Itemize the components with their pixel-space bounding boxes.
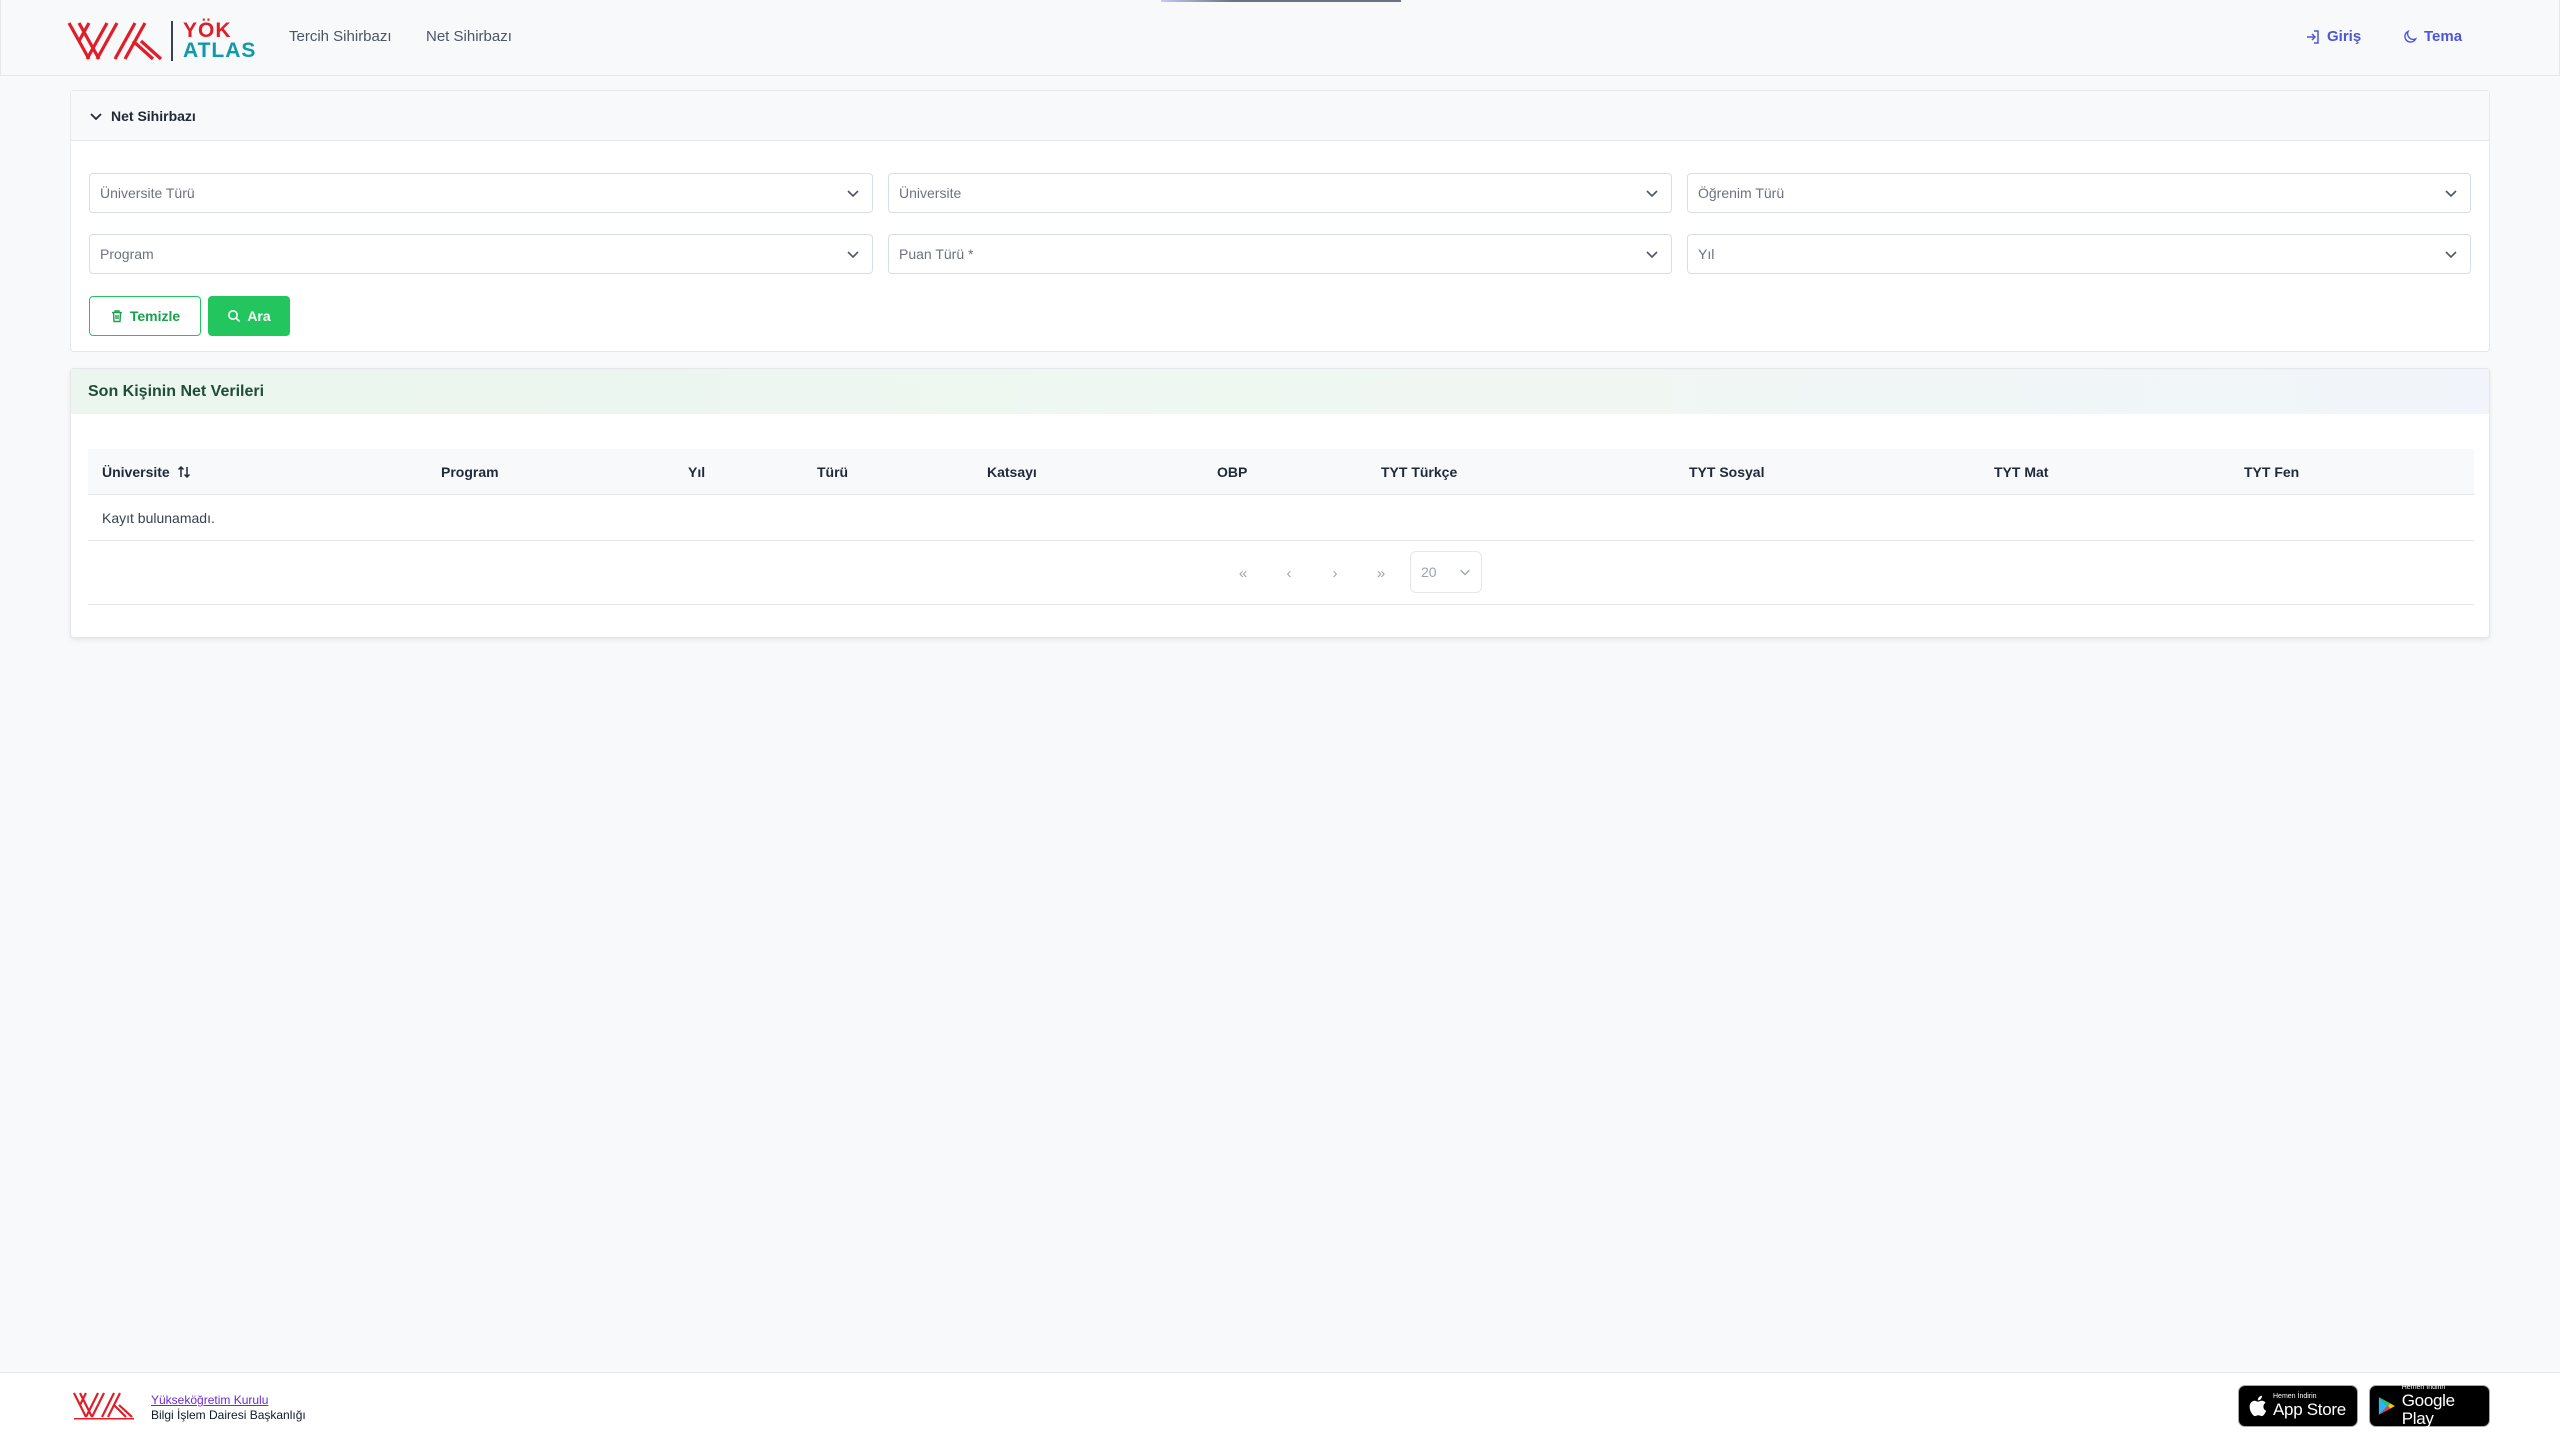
filter-panel-title: Net Sihirbazı xyxy=(111,107,196,124)
chevron-down-icon xyxy=(2445,251,2457,259)
clear-button-label: Temizle xyxy=(129,308,181,324)
results-card: Son Kişinin Net Verileri Üniversite Prog… xyxy=(70,368,2490,638)
logo-atlas-text: ATLAS xyxy=(183,39,257,62)
university-type-placeholder: Üniversite Türü xyxy=(100,185,195,201)
column-header-label: Türü xyxy=(817,464,849,480)
app-store-text: Hemen İndirin App Store xyxy=(2273,1393,2346,1419)
app-store-big-text: App Store xyxy=(2273,1400,2346,1419)
score-type-placeholder: Puan Türü * xyxy=(899,246,974,262)
first-page-icon: « xyxy=(1238,564,1248,582)
column-header-universite[interactable]: Üniversite xyxy=(102,449,192,495)
university-type-select[interactable]: Üniversite Türü xyxy=(89,173,873,213)
column-header-tyt-turkce: TYT Türkçe xyxy=(1381,449,1457,495)
column-header-label: TYT Mat xyxy=(1994,464,2049,480)
results-title: Son Kişinin Net Verileri xyxy=(88,382,265,400)
last-page-button[interactable]: » xyxy=(1365,557,1397,589)
column-header-obp: OBP xyxy=(1217,449,1247,495)
prev-page-button[interactable]: ‹ xyxy=(1273,557,1305,589)
chevron-down-icon xyxy=(847,251,859,259)
chevron-down-icon xyxy=(2445,190,2457,198)
table-header-row: Üniversite Program Yıl Türü Katsayı OBP … xyxy=(88,449,2474,495)
program-placeholder: Program xyxy=(100,246,154,262)
university-placeholder: Üniversite xyxy=(899,185,962,201)
google-play-icon xyxy=(2378,1397,2395,1415)
year-select[interactable]: Yıl xyxy=(1687,234,2471,274)
next-page-button[interactable]: › xyxy=(1319,557,1351,589)
column-header-tyt-mat: TYT Mat xyxy=(1994,449,2048,495)
footer-department: Bilgi İşlem Dairesi Başkanlığı xyxy=(151,1408,306,1422)
column-header-label: Katsayı xyxy=(987,464,1037,480)
column-header-tyt-fen: TYT Fen xyxy=(2244,449,2299,495)
chevron-down-icon xyxy=(1646,251,1658,259)
column-header-turu: Türü xyxy=(817,449,848,495)
column-header-katsayi: Katsayı xyxy=(987,449,1037,495)
education-type-select[interactable]: Öğrenim Türü xyxy=(1687,173,2471,213)
pagination: « ‹ › » 20 xyxy=(88,541,2474,605)
yok-org-link[interactable]: Yükseköğretim Kurulu xyxy=(151,1393,268,1407)
program-select[interactable]: Program xyxy=(89,234,873,274)
university-select[interactable]: Üniversite xyxy=(888,173,1672,213)
google-play-badge[interactable]: Hemen İndirin Google Play xyxy=(2369,1384,2490,1428)
chevron-down-icon xyxy=(847,190,859,198)
column-header-label: Program xyxy=(441,464,499,480)
login-button[interactable]: Giriş xyxy=(2305,28,2361,45)
page-size-value: 20 xyxy=(1421,564,1437,580)
results-card-header: Son Kişinin Net Verileri xyxy=(71,369,2489,414)
logo-yok-text: YÖK xyxy=(183,19,232,42)
clear-button[interactable]: Temizle xyxy=(89,296,201,336)
next-page-icon: › xyxy=(1332,564,1338,582)
google-play-text: Hemen İndirin Google Play xyxy=(2402,1384,2481,1428)
column-header-label: Yıl xyxy=(688,464,706,480)
chevron-down-icon xyxy=(90,112,102,120)
login-icon xyxy=(2307,29,2319,44)
chevron-down-icon xyxy=(1460,569,1470,576)
empty-table-row: Kayıt bulunamadı. xyxy=(88,495,2474,541)
first-page-button[interactable]: « xyxy=(1227,557,1259,589)
nav-link-net-sihirbazi[interactable]: Net Sihirbazı xyxy=(426,28,512,45)
theme-toggle-button[interactable]: Tema xyxy=(2403,28,2462,45)
theme-label: Tema xyxy=(2424,28,2463,45)
search-icon xyxy=(228,310,241,323)
empty-message: Kayıt bulunamadı. xyxy=(102,509,215,526)
top-navbar: YÖK ATLAS Tercih Sihirbazı Net Sihirbazı… xyxy=(0,0,2560,76)
year-placeholder: Yıl xyxy=(1698,246,1715,262)
google-play-big-text: Google Play xyxy=(2401,1391,2455,1428)
last-page-icon: » xyxy=(1376,564,1386,582)
footer-org-info: Yükseköğretim Kurulu Bilgi İşlem Dairesi… xyxy=(151,1393,306,1423)
search-button-label: Ara xyxy=(247,308,271,324)
logo-divider xyxy=(171,21,173,61)
loading-progress-bar xyxy=(1161,0,1401,2)
column-header-yil: Yıl xyxy=(688,449,705,495)
education-type-placeholder: Öğrenim Türü xyxy=(1698,185,1785,201)
net-wizard-filter-panel: Net Sihirbazı Üniversite Türü Üniversite… xyxy=(70,90,2490,352)
column-header-label: TYT Türkçe xyxy=(1381,464,1458,480)
column-header-label: Üniversite xyxy=(102,464,170,480)
app-store-badge[interactable]: Hemen İndirin App Store xyxy=(2238,1385,2358,1427)
search-button[interactable]: Ara xyxy=(208,296,290,336)
column-header-label: TYT Fen xyxy=(2244,464,2300,480)
score-type-select[interactable]: Puan Türü * xyxy=(888,234,1672,274)
footer: Yükseköğretim Kurulu Bilgi İşlem Dairesi… xyxy=(0,1372,2560,1440)
login-label: Giriş xyxy=(2327,28,2362,45)
nav-link-tercih-sihirbazi[interactable]: Tercih Sihirbazı xyxy=(289,28,392,45)
yok-atlas-logo[interactable]: YÖK ATLAS xyxy=(67,20,257,62)
column-header-label: TYT Sosyal xyxy=(1689,464,1765,480)
column-header-label: OBP xyxy=(1217,464,1248,480)
logo-wordmark: YÖK ATLAS xyxy=(183,19,257,62)
yok-footer-logo-icon xyxy=(73,1392,134,1420)
chevron-down-icon xyxy=(1646,190,1658,198)
filter-panel-header[interactable]: Net Sihirbazı xyxy=(71,91,2489,141)
moon-icon xyxy=(2404,29,2418,43)
column-header-tyt-sosyal: TYT Sosyal xyxy=(1689,449,1764,495)
apple-icon xyxy=(2249,1395,2267,1417)
page-size-select[interactable]: 20 xyxy=(1410,551,1482,593)
column-header-program: Program xyxy=(441,449,499,495)
trash-icon xyxy=(111,310,122,323)
yok-logo-mark-icon xyxy=(67,22,163,61)
prev-page-icon: ‹ xyxy=(1286,564,1292,582)
sort-icon[interactable] xyxy=(176,464,192,480)
